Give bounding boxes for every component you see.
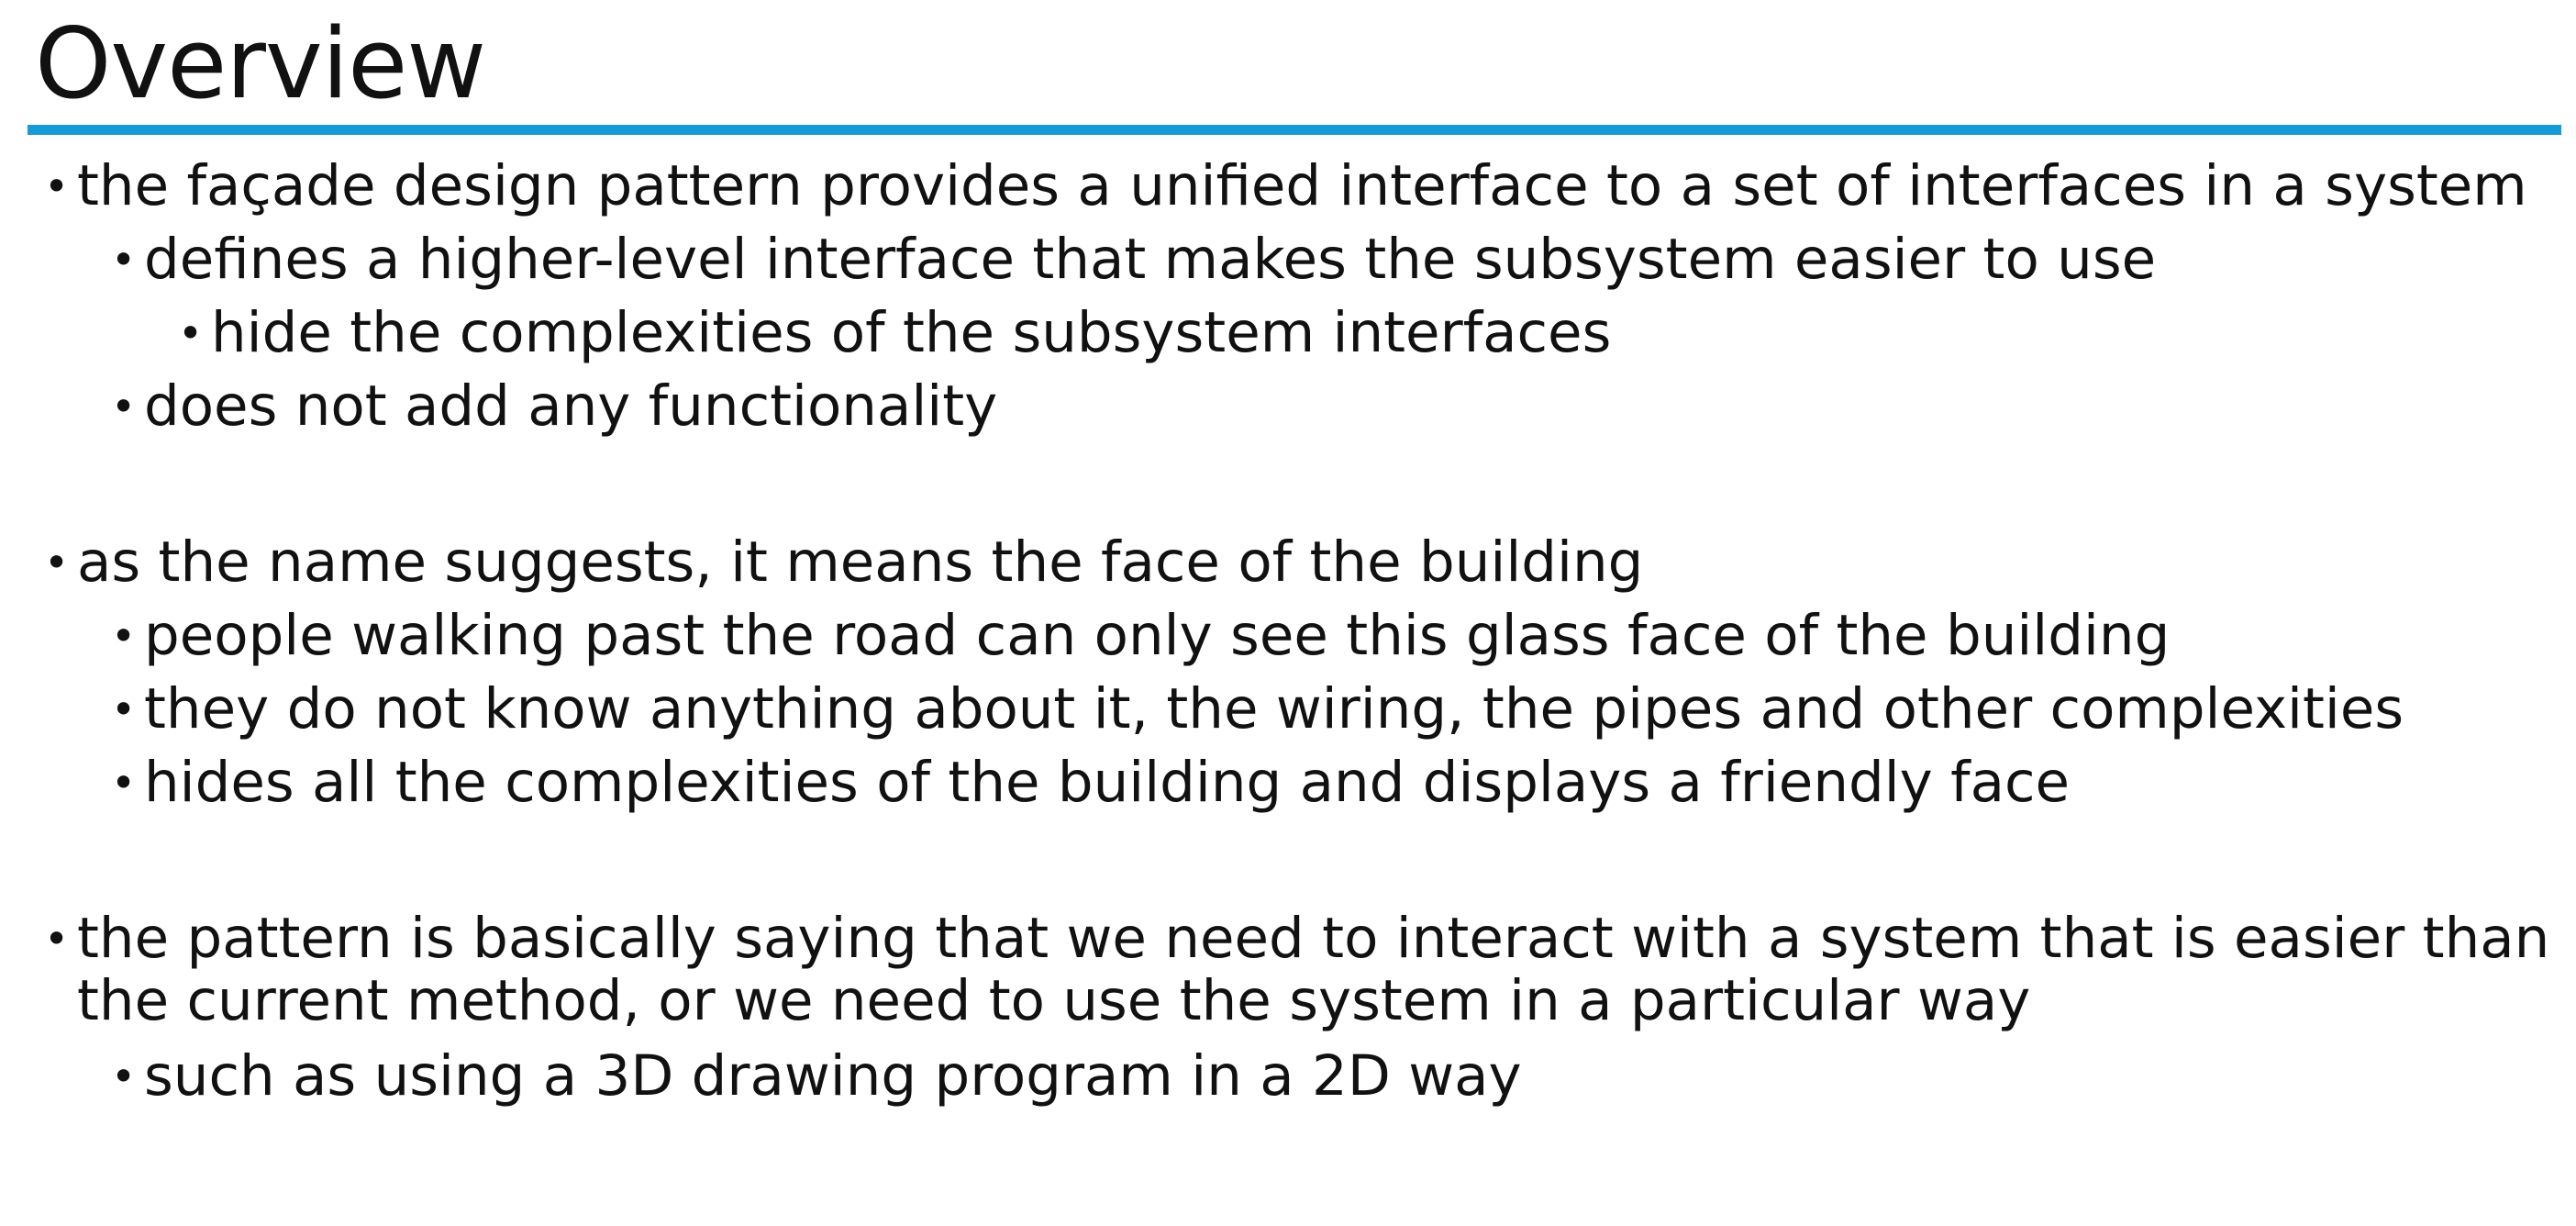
bullet-dot: • (111, 235, 137, 284)
bullet-dot: • (111, 1052, 137, 1101)
bullet-text: they do not know anything about it, the … (144, 676, 2404, 741)
sub-bullet-item: • does not add any functionality (111, 373, 998, 439)
bullet-dot: • (111, 758, 137, 808)
bullet-dot: • (178, 308, 204, 358)
bullet-text: does not add any functionality (144, 373, 998, 439)
bullet-text: people walking past the road can only se… (144, 603, 2171, 668)
bullet-text: hide the complexities of the subsystem i… (211, 300, 1612, 365)
bullet-dot: • (111, 685, 137, 734)
sub-bullet-item: • they do not know anything about it, th… (111, 676, 2404, 741)
bullet-dot: • (111, 611, 137, 661)
bullet-dot: • (44, 162, 70, 211)
bullet-dot: • (44, 538, 70, 587)
sub-bullet-item: • defines a higher-level interface that … (111, 227, 2157, 292)
sub-bullet-item: • hides all the complexities of the buil… (111, 750, 2071, 815)
bullet-text: as the name suggests, it means the face … (77, 529, 1644, 595)
bullet-text: the pattern is basically saying that we … (77, 906, 2550, 971)
bullet-text: such as using a 3D drawing program in a … (144, 1043, 1522, 1109)
bullet-text: the façade design pattern provides a uni… (77, 153, 2527, 218)
bullet-item: • as the name suggests, it means the fac… (44, 529, 1644, 595)
bullet-dot: • (111, 382, 137, 431)
title-underline (28, 125, 2561, 135)
sub-bullet-item: • such as using a 3D drawing program in … (111, 1043, 1522, 1109)
slide-title: Overview (35, 7, 486, 120)
bullet-dot: • (44, 914, 70, 964)
bullet-item: • the pattern is basically saying that w… (44, 906, 2550, 971)
bullet-item: • the façade design pattern provides a u… (44, 153, 2527, 218)
bullet-text: defines a higher-level interface that ma… (144, 227, 2157, 292)
bullet-text-continuation: the current method, or we need to use th… (77, 968, 2031, 1033)
sub-bullet-item: • people walking past the road can only … (111, 603, 2171, 668)
bullet-text: hides all the complexities of the buildi… (144, 750, 2071, 815)
sub-sub-bullet-item: • hide the complexities of the subsystem… (178, 300, 1612, 365)
